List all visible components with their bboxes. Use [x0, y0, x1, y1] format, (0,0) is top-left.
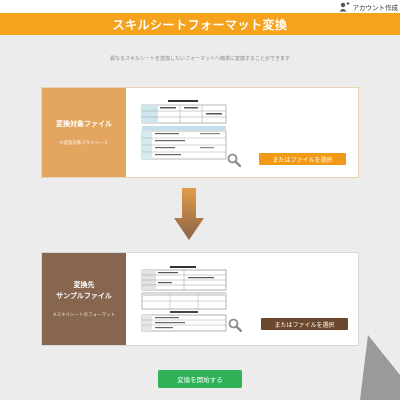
account-icon	[339, 2, 349, 12]
source-file-dropzone[interactable]: 変換対象ファイル ※変換対象スキルシート またはファイルを選択	[41, 87, 359, 178]
target-preview-thumbnail	[140, 265, 228, 333]
start-conversion-button[interactable]: 変換を開始する	[158, 370, 242, 388]
top-bar: アカウント作成	[0, 0, 400, 13]
account-create-link[interactable]: アカウント作成	[339, 1, 399, 13]
source-select-file-button[interactable]: またはファイルを選択	[259, 153, 346, 165]
down-arrow-icon	[174, 188, 204, 240]
source-title: 変換対象ファイル	[56, 120, 112, 128]
target-file-dropzone[interactable]: 変換先 サンプルファイル ※スキルシートのフォーマット またはファイルを選択	[41, 252, 359, 346]
source-description: ※変換対象スキルシート	[59, 141, 109, 146]
page-subtitle: 異なるスキルシートを変換したいフォーマットへ簡単に変換することができます	[109, 56, 290, 62]
target-label-panel: 変換先 サンプルファイル ※スキルシートのフォーマット	[42, 253, 126, 345]
source-label-panel: 変換対象ファイル ※変換対象スキルシート	[42, 88, 126, 177]
target-title-line1: 変換先	[73, 281, 95, 289]
account-create-label: アカウント作成	[352, 4, 399, 12]
source-preview-thumbnail	[140, 98, 228, 162]
target-select-file-button[interactable]: またはファイルを選択	[261, 318, 348, 330]
target-description: ※スキルシートのフォーマット	[52, 313, 116, 318]
mouse-pointer-shadow	[360, 335, 400, 400]
target-title-line2: サンプルファイル	[56, 292, 112, 300]
page-title: スキルシートフォーマット変換	[112, 17, 288, 32]
magnifier-icon[interactable]	[228, 318, 242, 332]
page-header: スキルシートフォーマット変換	[0, 13, 400, 35]
magnifier-icon[interactable]	[227, 153, 241, 167]
